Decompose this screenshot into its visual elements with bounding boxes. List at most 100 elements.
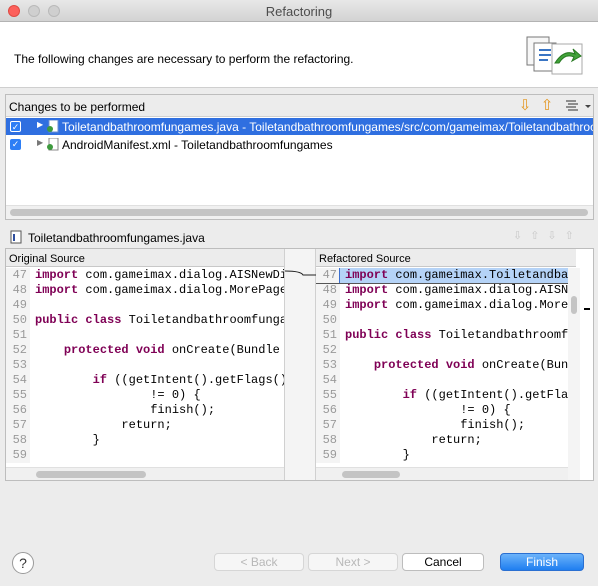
code-line: 54 if ((getIntent().getFlags()	[6, 373, 284, 388]
line-number: 56	[316, 403, 340, 418]
expand-arrow-icon[interactable]: ▶	[37, 120, 43, 129]
code-text: import com.gameimax.dialog.AISNewDia	[35, 268, 284, 282]
changes-tree-panel: Changes to be performed ⇩ ⇧ ✓ ▶ Toiletan…	[5, 94, 594, 220]
line-number: 54	[6, 373, 30, 388]
line-number: 53	[316, 358, 340, 373]
code-line: 57 finish();	[316, 418, 568, 433]
line-number: 48	[6, 283, 30, 298]
refactored-horizontal-scrollbar[interactable]	[316, 467, 568, 480]
change-item-java[interactable]: ✓ ▶ Toiletandbathroomfungames.java - Toi…	[6, 118, 593, 135]
code-text: }	[92, 433, 100, 447]
code-line: 58 }	[6, 433, 284, 448]
expand-arrow-icon[interactable]: ▶	[37, 138, 43, 147]
code-line: 55 != 0) {	[6, 388, 284, 403]
changes-horizontal-scrollbar[interactable]	[6, 205, 593, 219]
change-checkbox-manifest[interactable]: ✓	[10, 139, 21, 150]
scrollbar-thumb[interactable]	[571, 296, 577, 314]
line-number: 58	[316, 433, 340, 448]
next-button[interactable]: Next >	[308, 553, 398, 571]
help-button[interactable]: ?	[12, 552, 34, 574]
code-line: 47 import com.gameimax.Toiletandbat	[316, 268, 568, 284]
filter-changes-icon	[566, 100, 591, 111]
code-line: 48 import com.gameimax.dialog.MorePage	[6, 283, 284, 298]
line-number: 55	[316, 388, 340, 403]
code-text: import com.gameimax.dialog.MoreP	[345, 298, 568, 312]
original-source-pane[interactable]: 47 import com.gameimax.dialog.AISNewDia 48…	[6, 268, 284, 468]
code-text: if ((getIntent().getFlags()	[92, 373, 284, 387]
line-number: 54	[316, 373, 340, 388]
line-number: 52	[316, 343, 340, 358]
xml-file-icon	[46, 137, 60, 151]
code-text: import com.gameimax.dialog.MorePage	[35, 283, 284, 297]
code-line: 54	[316, 373, 568, 388]
compare-file-name: Toiletandbathroomfungames.java	[28, 231, 205, 245]
code-line: 48 import com.gameimax.dialog.AISNe	[316, 283, 568, 298]
code-line: 59 }	[316, 448, 568, 463]
java-file-icon	[10, 230, 22, 244]
previous-change-arrow-icon[interactable]: ⇧	[540, 98, 554, 114]
changes-header: Changes to be performed ⇩ ⇧	[6, 95, 593, 117]
code-line: 49 import com.gameimax.dialog.MoreP	[316, 298, 568, 313]
scrollbar-thumb[interactable]	[10, 209, 588, 216]
line-number: 59	[316, 448, 340, 463]
change-checkbox-java[interactable]: ✓	[10, 121, 21, 132]
change-item-label: AndroidManifest.xml - Toiletandbathroomf…	[62, 138, 333, 152]
code-text: protected void onCreate(Bund	[373, 358, 568, 372]
change-marker[interactable]	[584, 308, 590, 310]
original-horizontal-scrollbar[interactable]	[6, 467, 284, 480]
refactored-vertical-scrollbar[interactable]	[568, 268, 580, 480]
line-number: 49	[316, 298, 340, 313]
code-line: 50	[316, 313, 568, 328]
finish-button[interactable]: Finish	[500, 553, 584, 571]
line-number: 48	[316, 283, 340, 298]
code-line: 53 protected void onCreate(Bund	[316, 358, 568, 373]
compare-navigation-icons[interactable]: ⇩⇧⇩⇧	[513, 229, 589, 245]
refactored-source-pane[interactable]: 47 import com.gameimax.Toiletandbat 48 impo…	[316, 268, 568, 468]
wizard-header: The following changes are necessary to p…	[0, 22, 598, 88]
code-text: import com.gameimax.dialog.AISNe	[345, 283, 568, 297]
filter-changes-menu[interactable]	[564, 97, 592, 115]
line-number: 51	[316, 328, 340, 343]
code-line: 49	[6, 298, 284, 313]
refactored-source-header: Refactored Source	[316, 249, 576, 267]
original-source-header: Original Source	[6, 249, 284, 267]
code-text: }	[402, 448, 410, 462]
change-overview-ruler	[580, 268, 593, 480]
code-line: 47 import com.gameimax.dialog.AISNewDia	[6, 268, 284, 283]
compare-center-ruler	[284, 249, 317, 480]
line-number: 58	[6, 433, 30, 448]
line-number: 49	[6, 298, 30, 313]
line-number: 52	[6, 343, 30, 358]
code-line: 52	[316, 343, 568, 358]
code-text: public class Toiletandbathroomfu	[345, 328, 568, 342]
line-number: 51	[6, 328, 30, 343]
code-line: 58 return;	[316, 433, 568, 448]
code-text: finish();	[150, 403, 216, 417]
line-number: 50	[316, 313, 340, 328]
line-number: 47	[6, 268, 30, 283]
scrollbar-thumb[interactable]	[342, 471, 400, 478]
code-line: 51 public class Toiletandbathroomfu	[316, 328, 568, 343]
refactoring-wizard-icon	[524, 30, 588, 80]
line-number: 56	[6, 403, 30, 418]
code-line: 50 public class Toiletandbathroomfungam	[6, 313, 284, 328]
code-text: public class Toiletandbathroomfungam	[35, 313, 284, 327]
code-line: 52 protected void onCreate(Bundle s	[6, 343, 284, 358]
code-text: protected void onCreate(Bundle s	[63, 343, 280, 357]
line-number: 57	[6, 418, 30, 433]
change-item-label: Toiletandbathroomfungames.java - Toileta…	[62, 120, 593, 134]
line-number: 50	[6, 313, 30, 328]
cancel-button[interactable]: Cancel	[402, 553, 484, 571]
next-change-arrow-icon[interactable]: ⇩	[518, 98, 532, 114]
change-item-manifest[interactable]: ✓ ▶ AndroidManifest.xml - Toiletandbathr…	[6, 136, 593, 153]
code-line: 59	[6, 448, 284, 463]
code-text: finish();	[460, 418, 526, 432]
code-line: 51	[6, 328, 284, 343]
back-button[interactable]: < Back	[214, 553, 304, 571]
scrollbar-thumb[interactable]	[36, 471, 146, 478]
code-text: import com.gameimax.Toiletandbat	[338, 268, 568, 284]
